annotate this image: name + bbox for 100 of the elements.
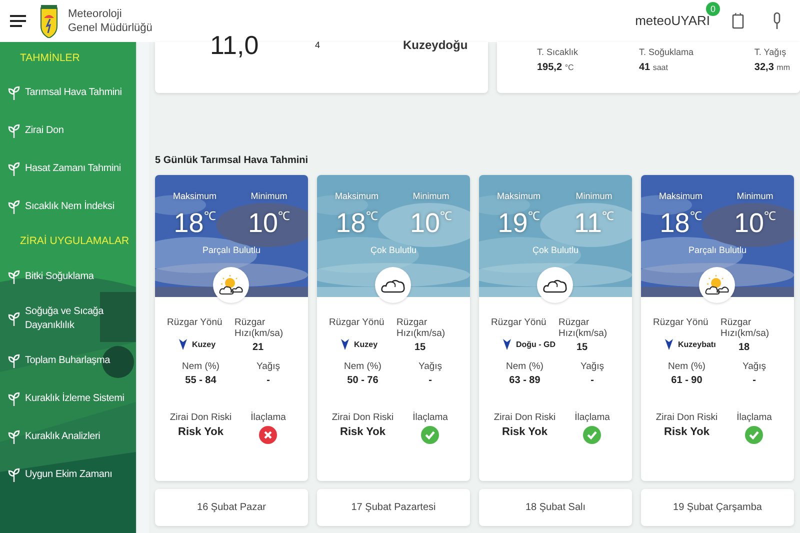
frost-risk-value: Risk Yok (664, 426, 710, 438)
sidebar-item[interactable]: Hasat Zamanı Tahmini (8, 150, 136, 188)
sprout-icon (8, 468, 20, 482)
precipitation-label: Yağış (742, 361, 766, 372)
wind-direction-label: Rüzgar Yönü (491, 317, 548, 328)
sidebar-item[interactable]: Soğuğa ve Sıcağa Dayanıklılık (8, 296, 136, 342)
spraying-label: İlaçlama (736, 412, 772, 423)
direction-arrow-icon (665, 339, 673, 350)
condition-text: Parçalı Bulutlu (687, 245, 748, 255)
maximum-label: Maksimum (173, 191, 217, 201)
sprout-icon (8, 392, 20, 406)
condition-text: Parçalı Bulutlu (201, 245, 262, 255)
maximum-temperature: 18$^{℃}$ (336, 207, 378, 238)
wind-speed-value: 15 (414, 342, 427, 353)
shield-logo-icon[interactable] (40, 4, 58, 38)
sidebar-item[interactable]: Sıcaklık Nem İndeksi (8, 188, 136, 226)
maximum-temperature: 19$^{℃}$ (498, 207, 540, 238)
direction-arrow-icon (179, 339, 187, 350)
humidity-value: 63 - 89 (509, 375, 540, 386)
wind-speed-value: 4 (315, 40, 320, 50)
minimum-label: Minimum (736, 191, 774, 201)
sidebar-item[interactable]: Kuraklık Analizleri (8, 418, 136, 456)
sidebar-item[interactable]: Kuraklık İzleme Sistemi (8, 380, 136, 418)
humidity-label: Nem (%) (506, 361, 544, 372)
frost-risk-label: Zirai Don Riski (170, 412, 232, 423)
wind-direction-label: Rüzgar Yönü (653, 317, 710, 328)
spraying-label: İlaçlama (412, 412, 448, 423)
organization-name: Genel Müdürlüğü (68, 21, 152, 35)
menu-icon[interactable] (10, 15, 26, 27)
condition-text: Çok Bulutlu (531, 245, 580, 255)
condition-text: Çok Bulutlu (369, 245, 418, 255)
minimum-label: Minimum (576, 191, 612, 201)
sidebar-item[interactable]: Zirai Don (8, 112, 136, 150)
total-value: 195,2 °C (537, 62, 575, 73)
wind-speed-label: Rüzgar Hızı(km/sa) (234, 317, 284, 339)
precipitation-label: Yağış (580, 361, 604, 372)
microphone-icon[interactable] (772, 12, 782, 30)
frost-risk-value: Risk Yok (178, 426, 224, 438)
date-tab[interactable]: 18 Şubat Salı (479, 489, 632, 526)
sprout-icon (8, 270, 20, 284)
precipitation-label: Yağış (418, 361, 442, 372)
wind-direction-value: Kuzeydoğu (403, 38, 468, 52)
organization-name: Meteoroloji (68, 7, 123, 21)
spraying-label: İlaçlama (574, 412, 610, 423)
wind-direction-value: Kuzey (192, 340, 216, 349)
sidebar-item[interactable]: Bitki Soğuklama (8, 258, 136, 296)
tablet-icon[interactable] (732, 13, 744, 29)
maximum-label: Maksimum (335, 191, 379, 201)
minimum-temperature: 10$^{℃}$ (248, 207, 290, 238)
maximum-temperature: 18$^{℃}$ (660, 207, 702, 238)
sprout-icon (8, 354, 20, 368)
wind-direction-value: Kuzey (354, 340, 378, 349)
wind-speed-label: Rüzgar Hızı(km/sa) (396, 317, 446, 339)
date-tab[interactable]: 16 Şubat Pazar (155, 489, 308, 526)
sprout-icon (8, 430, 20, 444)
precipitation-value: - (428, 375, 432, 386)
humidity-label: Nem (%) (344, 361, 382, 372)
minimum-temperature: 10$^{℃}$ (734, 207, 776, 238)
precipitation-label: Yağış (256, 361, 280, 372)
sprout-icon (8, 86, 20, 100)
sprout-icon (8, 162, 20, 176)
precipitation-value: - (590, 375, 594, 386)
humidity-label: Nem (%) (668, 361, 706, 372)
temperature-value: 11,0 (210, 32, 259, 58)
sidebar-item[interactable]: Tarımsal Hava Tahmini (8, 74, 136, 112)
wind-speed-value: 21 (252, 342, 265, 353)
total-value: 32,3 mm (754, 62, 790, 73)
frost-risk-label: Zirai Don Riski (332, 412, 394, 423)
wind-direction-label: Rüzgar Yönü (329, 317, 386, 328)
wind-speed-value: 18 (738, 342, 751, 353)
date-tab[interactable]: 17 Şubat Pazartesi (317, 489, 470, 526)
direction-arrow-icon (503, 339, 511, 350)
sidebar-item[interactable]: Toplam Buharlaşma (8, 342, 136, 380)
minimum-label: Minimum (412, 191, 450, 201)
humidity-value: 50 - 76 (347, 375, 378, 386)
maximum-label: Maksimum (497, 191, 541, 201)
minimum-temperature: 11$^{℃}$ (574, 207, 614, 238)
frost-risk-label: Zirai Don Riski (494, 412, 556, 423)
frost-risk-value: Risk Yok (502, 426, 548, 438)
alert-service-link[interactable]: meteoUYARI (635, 13, 710, 28)
minimum-temperature: 10$^{℃}$ (410, 207, 452, 238)
sun-cloud-icon (218, 274, 244, 296)
scrollbar[interactable] (136, 42, 149, 533)
precipitation-value: - (266, 375, 270, 386)
humidity-value: 61 - 90 (671, 375, 702, 386)
wind-speed-value: 15 (576, 342, 589, 353)
humidity-label: Nem (%) (182, 361, 220, 372)
total-label: T. Soğuklama (638, 47, 694, 57)
section-heading: TAHMİNLER (19, 51, 81, 65)
total-label: T. Sıcaklık (537, 47, 578, 57)
wind-speed-label: Rüzgar Hızı(km/sa) (720, 317, 770, 339)
frost-risk-label: Zirai Don Riski (656, 412, 718, 423)
humidity-value: 55 - 84 (185, 375, 216, 386)
date-tab[interactable]: 19 Şubat Çarşamba (641, 489, 794, 526)
sprout-icon (8, 200, 20, 214)
notification-badge: 0 (706, 2, 720, 16)
minimum-label: Minimum (250, 191, 288, 201)
maximum-label: Maksimum (659, 191, 703, 201)
sprout-icon (8, 312, 20, 326)
precipitation-value: - (752, 375, 756, 386)
